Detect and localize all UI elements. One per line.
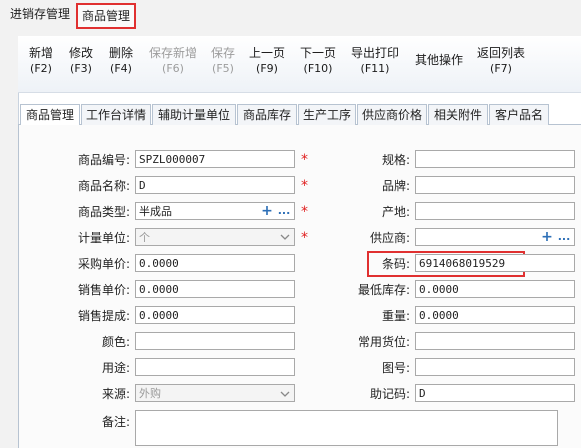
origin-input[interactable]	[415, 202, 575, 220]
tab-aux-unit[interactable]: 辅助计量单位	[152, 104, 236, 125]
app-tab-product-management[interactable]: 商品管理	[76, 3, 137, 29]
label-color: 颜色:	[101, 335, 130, 349]
label-product-name: 商品名称:	[77, 179, 130, 193]
next-page-button[interactable]: 下一页 (F10)	[296, 46, 340, 76]
label-min-stock: 最低库存:	[357, 283, 410, 297]
mnemonic-input[interactable]: D	[415, 384, 575, 402]
label-supplier: 供应商:	[369, 231, 410, 245]
sale-price-input[interactable]: 0.0000	[135, 280, 295, 298]
weight-input[interactable]: 0.0000	[415, 306, 575, 324]
new-button[interactable]: 新增 (F2)	[26, 46, 56, 76]
label-drawing-no: 图号:	[381, 361, 410, 375]
label-usage: 用途:	[101, 361, 130, 375]
location-input[interactable]	[415, 332, 575, 350]
label-brand: 品牌:	[381, 179, 410, 193]
min-stock-input[interactable]: 0.0000	[415, 280, 575, 298]
chevron-down-icon[interactable]	[280, 388, 290, 402]
tab-product[interactable]: 商品管理	[20, 104, 80, 126]
source-select[interactable]: 外购	[135, 384, 295, 402]
tab-customer-name[interactable]: 客户品名	[489, 104, 549, 125]
back-to-list-button[interactable]: 返回列表 (F7)	[474, 46, 528, 76]
save-button[interactable]: 保存 (F5)	[208, 46, 238, 76]
other-operations-button[interactable]: 其他操作	[412, 53, 466, 68]
tab-process[interactable]: 生产工序	[298, 104, 356, 125]
tab-workbench-detail[interactable]: 工作台详情	[81, 104, 151, 125]
drawing-no-input[interactable]	[415, 358, 575, 376]
tab-supplier-price[interactable]: 供应商价格	[357, 104, 427, 125]
chevron-down-icon[interactable]	[280, 231, 290, 245]
label-spec: 规格:	[381, 153, 410, 167]
sale-commission-input[interactable]: 0.0000	[135, 306, 295, 324]
delete-button[interactable]: 删除 (F4)	[106, 46, 136, 76]
prev-page-button[interactable]: 上一页 (F9)	[246, 46, 288, 76]
export-print-button[interactable]: 导出打印 (F11)	[348, 46, 402, 76]
purchase-price-input[interactable]: 0.0000	[135, 254, 295, 272]
app-tab-inventory[interactable]: 进销存管理	[6, 3, 74, 25]
label-location: 常用货位:	[357, 335, 410, 349]
label-source: 来源:	[101, 387, 130, 401]
more-icon[interactable]: ...	[277, 204, 291, 218]
save-new-button[interactable]: 保存新增 (F6)	[146, 46, 200, 76]
unit-select[interactable]: 个	[135, 228, 295, 246]
brand-input[interactable]	[415, 176, 575, 194]
label-barcode: 条码:	[381, 257, 410, 271]
remark-textarea[interactable]	[135, 410, 558, 446]
barcode-input[interactable]: 6914068019529	[415, 254, 575, 272]
more-icon[interactable]: ...	[557, 230, 571, 244]
add-icon[interactable]: +	[260, 204, 274, 218]
label-sale-commission: 销售提成:	[77, 309, 130, 323]
product-name-input[interactable]: D	[135, 176, 295, 194]
label-purchase-price: 采购单价:	[77, 257, 130, 271]
label-unit: 计量单位:	[77, 231, 130, 245]
usage-input[interactable]	[135, 358, 295, 376]
color-input[interactable]	[135, 332, 295, 350]
label-remark: 备注:	[101, 415, 130, 429]
product-code-input[interactable]: SPZL000007	[135, 150, 295, 168]
edit-button[interactable]: 修改 (F3)	[66, 46, 96, 76]
add-icon[interactable]: +	[540, 230, 554, 244]
tab-stock[interactable]: 商品库存	[237, 104, 297, 125]
label-mnemonic: 助记码:	[369, 387, 410, 401]
spec-input[interactable]	[415, 150, 575, 168]
tab-attachments[interactable]: 相关附件	[428, 104, 488, 125]
label-product-code: 商品编号:	[77, 153, 130, 167]
label-product-type: 商品类型:	[77, 205, 130, 219]
label-sale-price: 销售单价:	[77, 283, 130, 297]
label-weight: 重量:	[381, 309, 410, 323]
label-origin: 产地:	[381, 205, 410, 219]
